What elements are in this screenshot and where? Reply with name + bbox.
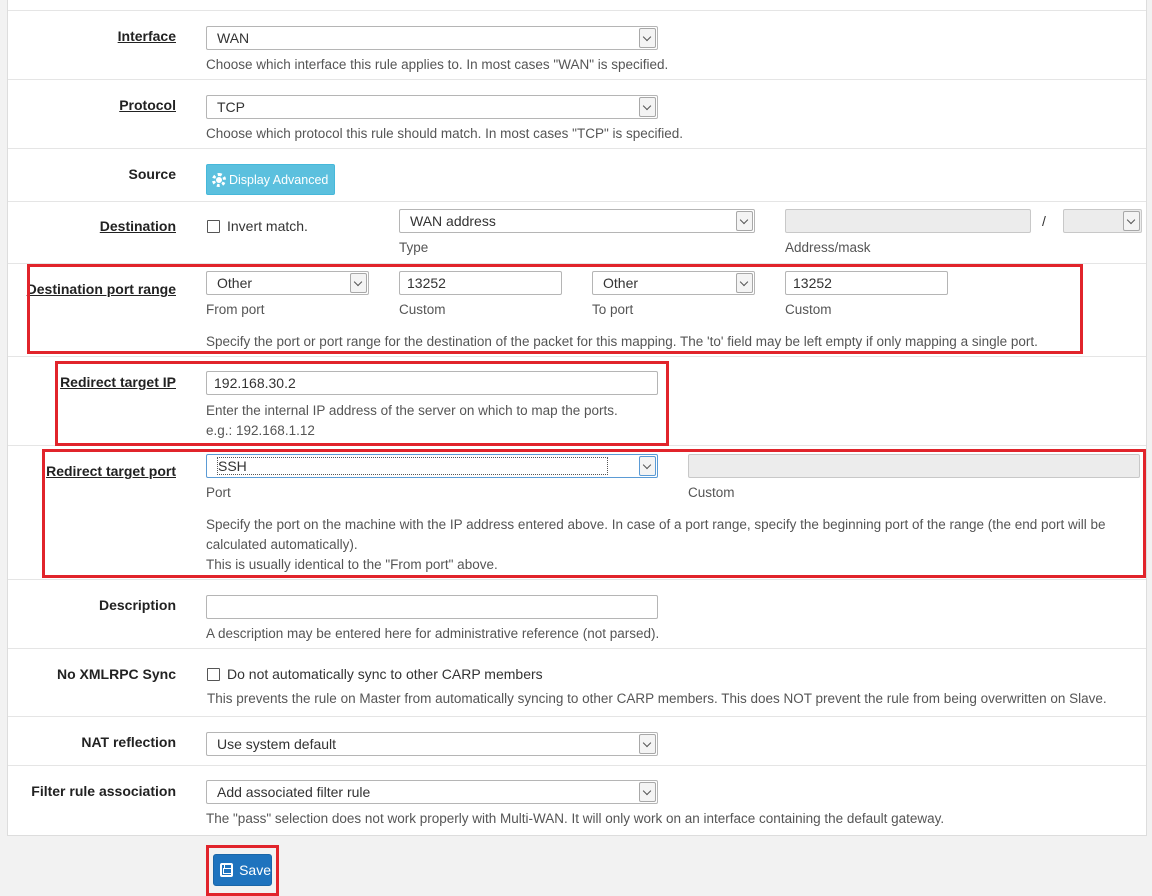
chevron-down-icon	[1123, 211, 1140, 231]
row-source: Source Display Advanced	[8, 149, 1146, 202]
invert-match-checkbox[interactable]	[207, 220, 220, 233]
protocol-select[interactable]: TCP	[206, 95, 658, 119]
destination-address-input[interactable]	[785, 209, 1031, 233]
invert-match-label: Invert match.	[227, 218, 308, 234]
destination-type-value: WAN address	[410, 213, 496, 229]
chevron-down-icon	[639, 782, 656, 802]
nat-reflection-select[interactable]: Use system default	[206, 732, 658, 756]
row-description: Description A description may be entered…	[8, 580, 1146, 649]
chevron-down-icon	[639, 28, 656, 48]
interface-select-value: WAN	[217, 30, 250, 46]
row-nat-reflection: NAT reflection Use system default	[8, 717, 1146, 766]
chevron-down-icon	[736, 211, 753, 231]
highlight-redirect-ip	[55, 361, 669, 446]
filter-rule-select[interactable]: Add associated filter rule	[206, 780, 658, 804]
row-filter-rule-association: Filter rule association Add associated f…	[8, 766, 1146, 835]
xmlrpc-help: This prevents the rule on Master from au…	[207, 691, 1107, 706]
destination-type-caption: Type	[399, 240, 429, 255]
highlight-dest-port-range	[27, 264, 1083, 354]
description-input[interactable]	[206, 595, 658, 619]
protocol-select-value: TCP	[217, 99, 245, 115]
mask-slash: /	[1042, 213, 1046, 229]
interface-label: Interface	[117, 28, 176, 44]
no-xmlrpc-sync-checkbox[interactable]	[207, 668, 220, 681]
chevron-down-icon	[639, 734, 656, 754]
display-advanced-label: Display Advanced	[229, 172, 329, 187]
filter-rule-value: Add associated filter rule	[217, 784, 371, 800]
chevron-down-icon	[639, 97, 656, 117]
no-xmlrpc-sync-checkbox-label: Do not automatically sync to other CARP …	[227, 666, 543, 682]
gear-icon	[212, 172, 226, 187]
highlight-redirect-port	[42, 449, 1146, 578]
interface-select[interactable]: WAN	[206, 26, 658, 50]
filter-rule-help: The "pass" selection does not work prope…	[206, 811, 945, 826]
destination-mask-select[interactable]	[1063, 209, 1142, 233]
save-button[interactable]: Save	[213, 854, 272, 886]
row-protocol: Protocol TCP Choose which protocol this …	[8, 80, 1146, 149]
nat-reflection-label: NAT reflection	[81, 734, 176, 750]
protocol-label: Protocol	[119, 97, 176, 113]
row-destination: Destination Invert match. WAN address Ty…	[8, 202, 1146, 264]
xmlrpc-label: No XMLRPC Sync	[56, 666, 176, 682]
destination-label: Destination	[99, 218, 176, 234]
row-interface: Interface WAN Choose which interface thi…	[8, 11, 1146, 80]
floppy-disk-icon	[220, 863, 234, 877]
row-top-fragment	[8, 0, 1146, 11]
protocol-help: Choose which protocol this rule should m…	[206, 126, 684, 141]
interface-help: Choose which interface this rule applies…	[206, 57, 669, 72]
row-no-xmlrpc-sync: No XMLRPC Sync Do not automatically sync…	[8, 649, 1146, 717]
source-label: Source	[128, 166, 176, 182]
destination-address-caption: Address/mask	[785, 240, 871, 255]
description-help: A description may be entered here for ad…	[206, 626, 660, 641]
display-advanced-button[interactable]: Display Advanced	[206, 164, 336, 195]
save-button-label: Save	[239, 862, 271, 878]
nat-reflection-value: Use system default	[217, 736, 337, 752]
description-label: Description	[98, 597, 176, 613]
destination-type-select[interactable]: WAN address	[399, 209, 755, 233]
highlight-save: Save	[206, 845, 279, 896]
filter-rule-label: Filter rule association	[31, 783, 176, 799]
